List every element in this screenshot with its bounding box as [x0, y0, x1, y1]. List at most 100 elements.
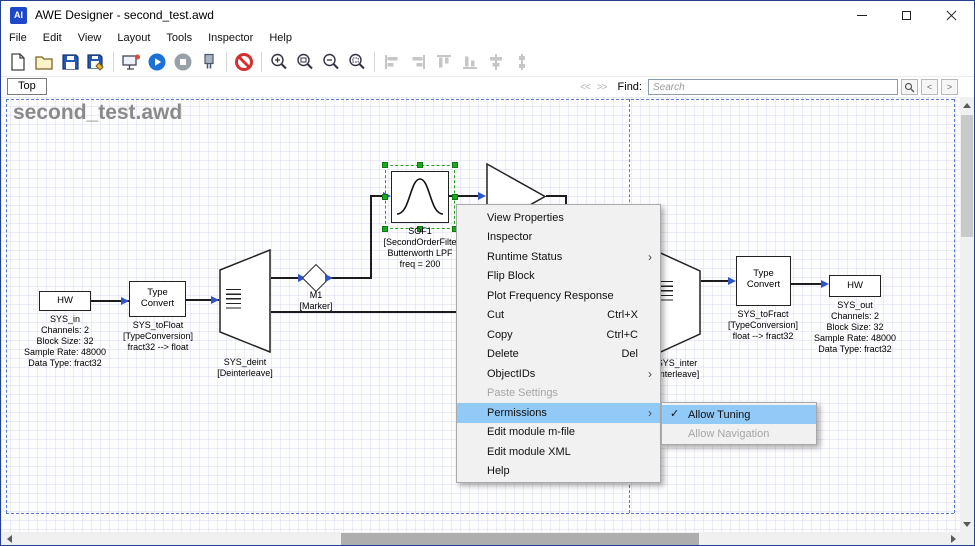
block-sys-tofract[interactable]: Type Convert	[736, 256, 791, 306]
menu-item-inspector[interactable]: Inspector	[457, 228, 660, 248]
menu-tools[interactable]: Tools	[158, 32, 200, 44]
menu-item-objectids[interactable]: ObjectIDs ›	[457, 364, 660, 384]
save-icon	[59, 51, 81, 73]
selection-handle[interactable]	[417, 162, 423, 168]
scroll-left-button[interactable]	[1, 532, 17, 546]
maximize-button[interactable]	[884, 1, 929, 29]
horizontal-scrollbar[interactable]	[1, 532, 961, 546]
selection-handle[interactable]	[382, 162, 388, 168]
open-button[interactable]	[31, 50, 57, 74]
menu-item-view-properties[interactable]: View Properties	[457, 208, 660, 228]
new-design-button[interactable]	[5, 50, 31, 74]
menu-view[interactable]: View	[70, 32, 110, 44]
channel-lines-icon	[660, 281, 673, 301]
find-next-button[interactable]: >	[941, 79, 958, 95]
wire[interactable]	[791, 283, 822, 285]
scroll-right-button[interactable]	[945, 532, 961, 546]
align-bottom-button[interactable]	[457, 50, 483, 74]
zoom-in-button[interactable]	[266, 50, 292, 74]
align-left-button[interactable]	[379, 50, 405, 74]
selection-handle[interactable]	[382, 194, 388, 200]
open-folder-icon	[33, 51, 55, 73]
menu-item-permissions[interactable]: Permissions ›	[457, 403, 660, 423]
shortcut-delete: Del	[621, 348, 652, 360]
canvas-title: second_test.awd	[13, 101, 182, 125]
vertical-scroll-thumb[interactable]	[961, 115, 973, 237]
disable-live-updates-button[interactable]	[231, 50, 257, 74]
close-button[interactable]	[929, 1, 974, 29]
menu-inspector[interactable]: Inspector	[200, 32, 261, 44]
block-sys-tofloat[interactable]: Type Convert	[129, 281, 186, 317]
menu-item-help[interactable]: Help	[457, 462, 660, 482]
scroll-up-button[interactable]	[960, 97, 974, 113]
toolbar-separator	[374, 52, 375, 72]
save-as-icon	[85, 51, 107, 73]
permissions-submenu: ✓ Allow Tuning Allow Navigation	[661, 402, 817, 445]
history-forward-button[interactable]: >>	[595, 82, 609, 93]
menu-item-runtime-status[interactable]: Runtime Status ›	[457, 247, 660, 267]
menu-item-cut[interactable]: Cut Ctrl+X	[457, 306, 660, 326]
design-canvas[interactable]: second_test.awd HW SYS_in	[1, 97, 962, 532]
wire[interactable]	[701, 280, 729, 282]
context-menu: View Properties Inspector Runtime Status…	[456, 204, 661, 483]
align-center-button[interactable]	[483, 50, 509, 74]
menu-layout[interactable]: Layout	[109, 32, 158, 44]
menu-item-edit-module-xml[interactable]: Edit module XML	[457, 442, 660, 462]
close-icon	[946, 10, 957, 21]
zoom-actual-button[interactable]	[292, 50, 318, 74]
zoom-selection-button[interactable]	[344, 50, 370, 74]
horizontal-scroll-thumb[interactable]	[341, 533, 699, 545]
vertical-scrollbar[interactable]	[960, 97, 974, 532]
submenu-item-allow-tuning[interactable]: ✓ Allow Tuning	[662, 405, 816, 424]
menu-help[interactable]: Help	[261, 32, 300, 44]
page-guide-right	[954, 99, 955, 513]
distribute-button[interactable]	[509, 50, 535, 74]
search-button[interactable]	[901, 79, 918, 95]
scroll-down-button[interactable]	[960, 516, 974, 532]
search-input[interactable]	[648, 79, 898, 95]
minimize-button[interactable]	[839, 1, 884, 29]
history-back-button[interactable]: <<	[578, 82, 592, 93]
submenu-item-allow-navigation: Allow Navigation	[662, 424, 816, 443]
align-right-button[interactable]	[405, 50, 431, 74]
selection-handle[interactable]	[452, 194, 458, 200]
zoom-page-icon	[294, 51, 316, 73]
menu-item-flip-block[interactable]: Flip Block	[457, 267, 660, 287]
menu-item-paste-settings: Paste Settings	[457, 384, 660, 404]
stop-button[interactable]	[170, 50, 196, 74]
align-top-icon	[433, 51, 455, 73]
new-document-icon	[7, 51, 29, 73]
save-as-button[interactable]	[83, 50, 109, 74]
block-sys-out[interactable]: HW	[829, 275, 881, 297]
menu-item-plot-frequency-response[interactable]: Plot Frequency Response	[457, 286, 660, 306]
app-logo-icon: AI	[10, 7, 27, 24]
block-sof1[interactable]	[391, 171, 449, 223]
toolbar-separator	[113, 52, 114, 72]
save-button[interactable]	[57, 50, 83, 74]
tab-top[interactable]: Top	[7, 78, 47, 95]
wire-arrow-icon	[821, 280, 829, 288]
block-sys-out-labels: SYS_out Channels: 2 Block Size: 32 Sampl…	[790, 300, 920, 355]
wire[interactable]	[546, 195, 567, 197]
title-bar: AI AWE Designer - second_test.awd	[1, 1, 974, 29]
find-previous-button[interactable]: <	[921, 79, 938, 95]
align-top-button[interactable]	[431, 50, 457, 74]
menu-edit[interactable]: Edit	[35, 32, 70, 44]
filter-curve-icon	[393, 172, 447, 220]
scrollbar-corner	[960, 532, 974, 546]
block-sys-in[interactable]: HW	[39, 291, 91, 311]
menu-item-delete[interactable]: Delete Del	[457, 345, 660, 365]
tuning-interface-button[interactable]	[196, 50, 222, 74]
menu-item-copy[interactable]: Copy Ctrl+C	[457, 325, 660, 345]
connect-target-button[interactable]	[118, 50, 144, 74]
menu-item-edit-module-m-file[interactable]: Edit module m-file	[457, 423, 660, 443]
selection-handle[interactable]	[452, 162, 458, 168]
wire-arrow-icon	[728, 277, 736, 285]
check-icon: ✓	[670, 407, 679, 420]
build-run-button[interactable]	[144, 50, 170, 74]
menu-file[interactable]: File	[1, 32, 35, 44]
zoom-out-button[interactable]	[318, 50, 344, 74]
maximize-icon	[902, 11, 911, 20]
up-arrow-icon	[963, 103, 971, 108]
wire-arrow-icon	[211, 296, 219, 304]
